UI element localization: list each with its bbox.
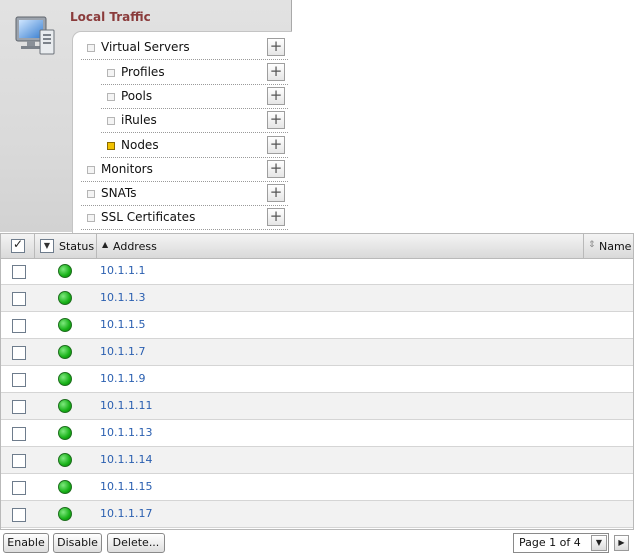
menu-item-snats[interactable]: SNATs + bbox=[81, 181, 288, 206]
status-available-icon bbox=[58, 426, 72, 440]
row-checkbox[interactable] bbox=[12, 427, 26, 441]
status-available-icon bbox=[58, 507, 72, 521]
bullet-icon bbox=[107, 93, 115, 101]
menu-item-virtual-servers[interactable]: Virtual Servers + bbox=[81, 35, 288, 60]
add-icon[interactable]: + bbox=[267, 38, 285, 56]
enable-button[interactable]: Enable bbox=[3, 533, 49, 553]
table-row: 10.1.1.17 bbox=[1, 501, 633, 528]
menu-item-label: iRules bbox=[121, 113, 157, 127]
menu-item-label: Pools bbox=[121, 89, 153, 103]
bullet-icon bbox=[107, 69, 115, 77]
row-checkbox[interactable] bbox=[12, 373, 26, 387]
row-checkbox[interactable] bbox=[12, 508, 26, 522]
menu-item-label: Monitors bbox=[101, 162, 153, 176]
address-link[interactable]: 10.1.1.9 bbox=[100, 372, 145, 385]
table-row: 10.1.1.3 bbox=[1, 285, 633, 312]
menu-item-label: SSL Certificates bbox=[101, 210, 196, 224]
sort-ascending-icon: ▲ bbox=[102, 240, 109, 249]
address-link[interactable]: 10.1.1.11 bbox=[100, 399, 152, 412]
table-row: 10.1.1.9 bbox=[1, 366, 633, 393]
status-available-icon bbox=[58, 399, 72, 413]
add-icon[interactable]: + bbox=[267, 208, 285, 226]
row-checkbox[interactable] bbox=[12, 454, 26, 468]
status-available-icon bbox=[58, 372, 72, 386]
select-all-column bbox=[1, 234, 35, 258]
select-all-checkbox[interactable] bbox=[11, 237, 25, 253]
menu-item-nodes[interactable]: Nodes + bbox=[101, 133, 288, 158]
status-available-icon bbox=[58, 345, 72, 359]
table-row: 10.1.1.5 bbox=[1, 312, 633, 339]
add-icon[interactable]: + bbox=[267, 63, 285, 81]
status-header-label: Status bbox=[59, 240, 95, 253]
next-page-button[interactable]: ▶ bbox=[614, 535, 629, 551]
chevron-down-icon[interactable]: ▼ bbox=[40, 239, 54, 253]
table-row: 10.1.1.15 bbox=[1, 474, 633, 501]
address-header-label: Address bbox=[113, 240, 157, 253]
status-available-icon bbox=[58, 318, 72, 332]
menu-item-label: Profiles bbox=[121, 65, 165, 79]
status-available-icon bbox=[58, 453, 72, 467]
disable-button[interactable]: Disable bbox=[53, 533, 102, 553]
bullet-icon bbox=[107, 117, 115, 125]
address-link[interactable]: 10.1.1.3 bbox=[100, 291, 145, 304]
page-select-value: Page 1 of 4 bbox=[519, 536, 581, 549]
bullet-icon bbox=[87, 190, 95, 198]
menu-item-label: Nodes bbox=[121, 138, 159, 152]
status-available-icon bbox=[58, 480, 72, 494]
local-traffic-icon bbox=[15, 16, 55, 55]
table-row: 10.1.1.1 bbox=[1, 258, 633, 285]
row-checkbox[interactable] bbox=[12, 292, 26, 306]
nav-title: Local Traffic bbox=[70, 10, 151, 24]
page-select[interactable]: Page 1 of 4 ▼ bbox=[513, 533, 609, 553]
table-footer: Enable Disable Delete... Page 1 of 4 ▼ ▶ bbox=[0, 530, 632, 556]
address-link[interactable]: 10.1.1.1 bbox=[100, 264, 145, 277]
name-column-header[interactable]: ⇕ Name bbox=[584, 234, 632, 258]
bullet-icon bbox=[87, 214, 95, 222]
menu-item-ssl-certificates[interactable]: SSL Certificates + bbox=[81, 205, 288, 230]
chevron-down-icon[interactable]: ▼ bbox=[591, 535, 607, 551]
nav-menu: Virtual Servers + Profiles + Pools + iRu… bbox=[72, 31, 292, 233]
table-header: ▼ Status ▲ Address ⇕ Name bbox=[1, 233, 633, 259]
address-link[interactable]: 10.1.1.5 bbox=[100, 318, 145, 331]
row-checkbox[interactable] bbox=[12, 346, 26, 360]
sort-icon: ⇕ bbox=[588, 240, 596, 250]
delete-button[interactable]: Delete... bbox=[107, 533, 165, 553]
name-header-label: Name bbox=[599, 240, 632, 253]
status-available-icon bbox=[58, 291, 72, 305]
address-link[interactable]: 10.1.1.7 bbox=[100, 345, 145, 358]
row-checkbox[interactable] bbox=[12, 481, 26, 495]
add-icon[interactable]: + bbox=[267, 184, 285, 202]
add-icon[interactable]: + bbox=[267, 111, 285, 129]
menu-item-label: SNATs bbox=[101, 186, 137, 200]
add-icon[interactable]: + bbox=[267, 87, 285, 105]
table-row: 10.1.1.11 bbox=[1, 393, 633, 420]
bullet-icon bbox=[87, 44, 95, 52]
address-link[interactable]: 10.1.1.13 bbox=[100, 426, 152, 439]
menu-item-profiles[interactable]: Profiles + bbox=[101, 60, 288, 85]
add-icon[interactable]: + bbox=[267, 160, 285, 178]
menu-item-irules[interactable]: iRules + bbox=[101, 108, 288, 133]
nodes-table: ▼ Status ▲ Address ⇕ Name 10.1.1.1 10.1.… bbox=[0, 233, 634, 530]
menu-item-monitors[interactable]: Monitors + bbox=[81, 157, 288, 182]
active-bullet-icon bbox=[107, 142, 115, 150]
menu-item-label: Virtual Servers bbox=[101, 40, 190, 54]
status-column-header[interactable]: ▼ Status bbox=[35, 234, 97, 258]
row-checkbox[interactable] bbox=[12, 319, 26, 333]
bullet-icon bbox=[87, 166, 95, 174]
table-row: 10.1.1.7 bbox=[1, 339, 633, 366]
row-checkbox[interactable] bbox=[12, 400, 26, 414]
address-column-header[interactable]: ▲ Address bbox=[97, 234, 584, 258]
nav-panel: Local Traffic Virtual Servers + Profiles… bbox=[0, 0, 292, 233]
address-link[interactable]: 10.1.1.14 bbox=[100, 453, 152, 466]
add-icon[interactable]: + bbox=[267, 136, 285, 154]
row-checkbox[interactable] bbox=[12, 265, 26, 279]
address-link[interactable]: 10.1.1.15 bbox=[100, 480, 152, 493]
table-row: 10.1.1.14 bbox=[1, 447, 633, 474]
table-row: 10.1.1.13 bbox=[1, 420, 633, 447]
menu-item-pools[interactable]: Pools + bbox=[101, 84, 288, 109]
status-available-icon bbox=[58, 264, 72, 278]
address-link[interactable]: 10.1.1.17 bbox=[100, 507, 152, 520]
